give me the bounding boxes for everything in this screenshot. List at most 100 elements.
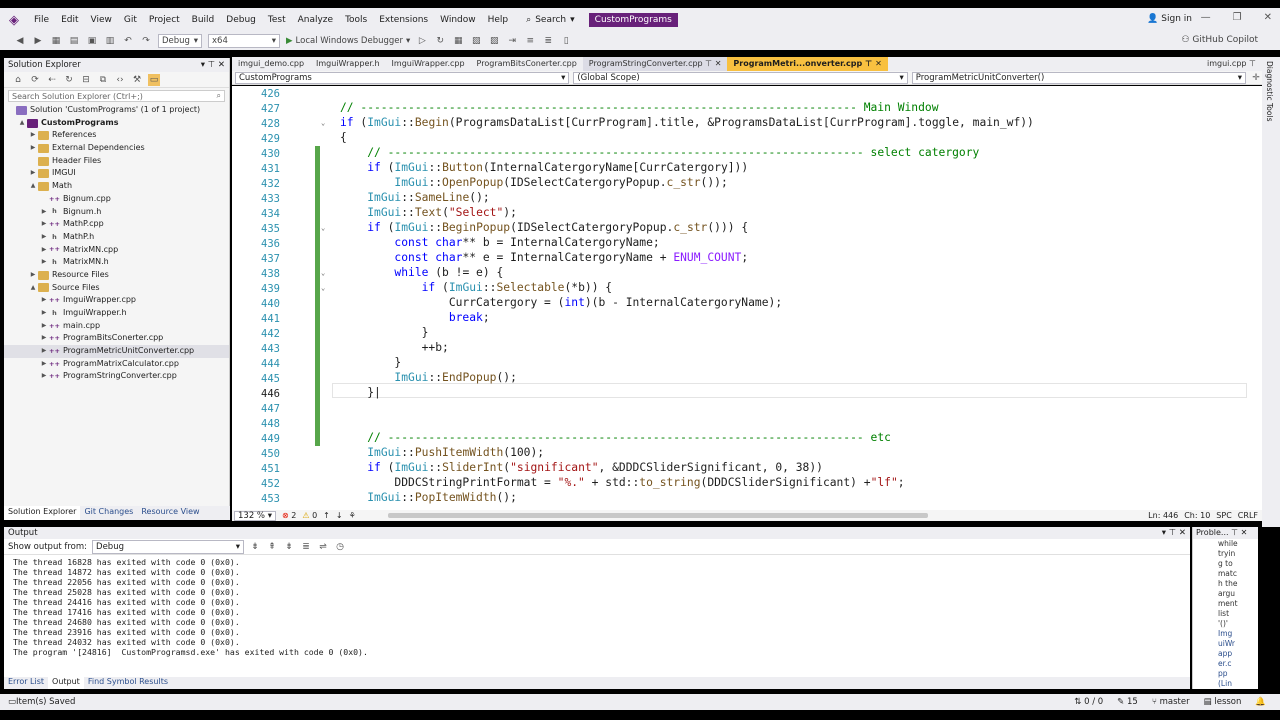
tree-item[interactable]: ▲ Source Files [4,282,229,295]
expand-icon[interactable]: ▲ [28,180,38,193]
close-icon[interactable]: ✕ [1241,528,1248,537]
updown-counter[interactable]: ⇅ 0 / 0 [1074,697,1103,707]
split-icon[interactable]: ✛ [1250,72,1262,84]
minimize-icon[interactable]: — [1201,12,1211,23]
forward-icon[interactable]: ▶ [32,35,44,47]
editor-tab[interactable]: ImguiWrapper.cpp [386,57,471,71]
uncomment-icon[interactable]: ≣ [542,35,554,47]
expand-icon[interactable]: ▶ [39,206,49,219]
tree-item[interactable]: Solution 'CustomPrograms' (1 of 1 projec… [4,104,229,117]
zoom-select[interactable]: 132 % ▾ [234,510,276,521]
close-tab-icon[interactable]: ✕ [872,59,882,68]
tree-item[interactable]: ▶ h ImguiWrapper.h [4,307,229,320]
tree-item[interactable]: ▶ ++ ProgramMatrixCalculator.cpp [4,358,229,371]
editor-tab[interactable]: ProgramStringConverter.cpp ⊤ ✕ [582,57,728,71]
search-button[interactable]: ⌕ Search ▾ [520,15,581,25]
close-icon[interactable]: ✕ [1179,528,1186,538]
menu-item[interactable]: Help [482,8,515,32]
diagnostic-tools-label[interactable]: Diagnostic Tools [1262,57,1277,125]
next-message-icon[interactable]: ⇟ [283,541,295,553]
start-without-debugging-icon[interactable]: ▷ [416,35,428,47]
undo-icon[interactable]: ↶ [122,35,134,47]
restore-icon[interactable]: ❐ [1233,12,1242,23]
expand-icon[interactable]: ▶ [28,142,38,155]
arrow-up-icon[interactable]: ↑ [323,511,330,520]
fold-icon[interactable]: ⌄ [321,269,325,277]
warning-count[interactable]: ⚠ 0 [302,511,317,520]
save-icon[interactable]: ▣ [86,35,98,47]
home-icon[interactable]: ⌂ [12,74,24,86]
panel-tab[interactable]: Solution Explorer [4,506,81,520]
expand-icon[interactable]: ▲ [28,282,38,295]
github-copilot-button[interactable]: ⚇ GitHub Copilot [1181,35,1258,45]
panel-tab[interactable]: Resource View [137,506,203,520]
toolbar-icon-a[interactable]: ▦ [452,35,464,47]
menu-item[interactable]: Tools [339,8,373,32]
editor-tab[interactable]: ProgramMetri...onverter.cpp ⊤ ✕ [727,57,888,71]
configuration-select[interactable]: Debug ▾ [158,34,202,48]
show-all-icon[interactable]: ⧉ [97,74,109,86]
toolbar-icon-b[interactable]: ▧ [470,35,482,47]
wrench-icon[interactable]: ⚒ [131,74,143,86]
editor-tab[interactable]: imgui_demo.cpp [232,57,310,71]
tree-item[interactable]: ▶ h Bignum.h [4,206,229,219]
menu-item[interactable]: Window [434,8,482,32]
problem-link[interactable]: er.c [1218,659,1258,669]
arrow-down-icon[interactable]: ↓ [336,511,343,520]
expand-icon[interactable]: ▲ [17,117,27,130]
output-panel-tab[interactable]: Output [48,677,84,689]
pin-icon[interactable]: ⊤ [1246,59,1256,68]
code-editor[interactable]: 426 427 428 429 430 431 432 433 434 435 436 437 438 4… [232,86,1262,510]
back-icon[interactable]: ◀ [14,35,26,47]
code-icon[interactable]: ‹› [114,74,126,86]
redo-icon[interactable]: ↷ [140,35,152,47]
menu-item[interactable]: View [85,8,118,32]
sync-icon[interactable]: ⟳ [29,74,41,86]
dropdown-icon[interactable]: ▾ [1162,528,1169,538]
output-panel-tab[interactable]: Find Symbol Results [84,677,172,689]
problem-link[interactable]: uiWr [1218,639,1258,649]
tree-item[interactable]: ▶ h MathP.h [4,231,229,244]
tree-item[interactable]: ▲ CustomPrograms [4,117,229,130]
hot-reload-icon[interactable]: ↻ [434,35,446,47]
expand-icon[interactable]: ▶ [28,167,38,180]
horizontal-scrollbar[interactable] [387,513,928,518]
tree-item[interactable]: ▶ IMGUI [4,167,229,180]
expand-icon[interactable]: ▶ [39,370,49,383]
pin-icon[interactable]: ⊤ [1169,528,1179,538]
project-select[interactable]: CustomPrograms ▾ [235,71,570,84]
back-icon[interactable]: ⇠ [46,74,58,86]
prev-message-icon[interactable]: ⇞ [266,541,278,553]
output-source-select[interactable]: Debug ▾ [92,539,245,554]
menu-item[interactable]: Extensions [373,8,434,32]
error-count[interactable]: ⊗ 2 [282,511,296,520]
pin-icon[interactable]: ⊤ [1231,528,1238,537]
close-tab-icon[interactable]: ✕ [712,59,722,68]
menu-item[interactable]: Edit [55,8,84,32]
fold-icon[interactable]: ⌄ [321,284,325,292]
tree-item[interactable]: ▶ ++ MatrixMN.cpp [4,244,229,257]
expand-icon[interactable]: ▶ [39,231,49,244]
diagnostic-tools-strip[interactable]: Diagnostic Tools [1262,57,1280,527]
whitespace-mode[interactable]: SPC [1216,511,1232,520]
tree-item[interactable]: Header Files [4,155,229,168]
brush-icon[interactable]: ⚘ [349,511,356,520]
comment-icon[interactable]: ≡ [524,35,536,47]
refresh-icon[interactable]: ↻ [63,74,75,86]
collapse-icon[interactable]: ⊟ [80,74,92,86]
clock-icon[interactable]: ◷ [334,541,346,553]
tree-item[interactable]: ▶ Resource Files [4,269,229,282]
bookmark-icon[interactable]: ▯ [560,35,572,47]
expand-icon[interactable]: ▶ [39,345,49,358]
pin-icon[interactable]: ⊤ [703,59,712,68]
expand-icon[interactable]: ▶ [39,320,49,333]
expand-icon[interactable]: ▶ [39,244,49,257]
fold-icon[interactable]: ⌄ [321,119,325,127]
new-item-icon[interactable]: ▦ [50,35,62,47]
pending-changes[interactable]: ✎ 15 [1117,697,1138,707]
pin-icon[interactable]: ⊤ [862,59,872,68]
menu-item[interactable]: Project [143,8,186,32]
tree-item[interactable]: ++ Bignum.cpp [4,193,229,206]
tree-item[interactable]: ▶ ++ ProgramMetricUnitConverter.cpp [4,345,229,358]
sign-in-button[interactable]: 👤 Sign in [1147,14,1192,24]
